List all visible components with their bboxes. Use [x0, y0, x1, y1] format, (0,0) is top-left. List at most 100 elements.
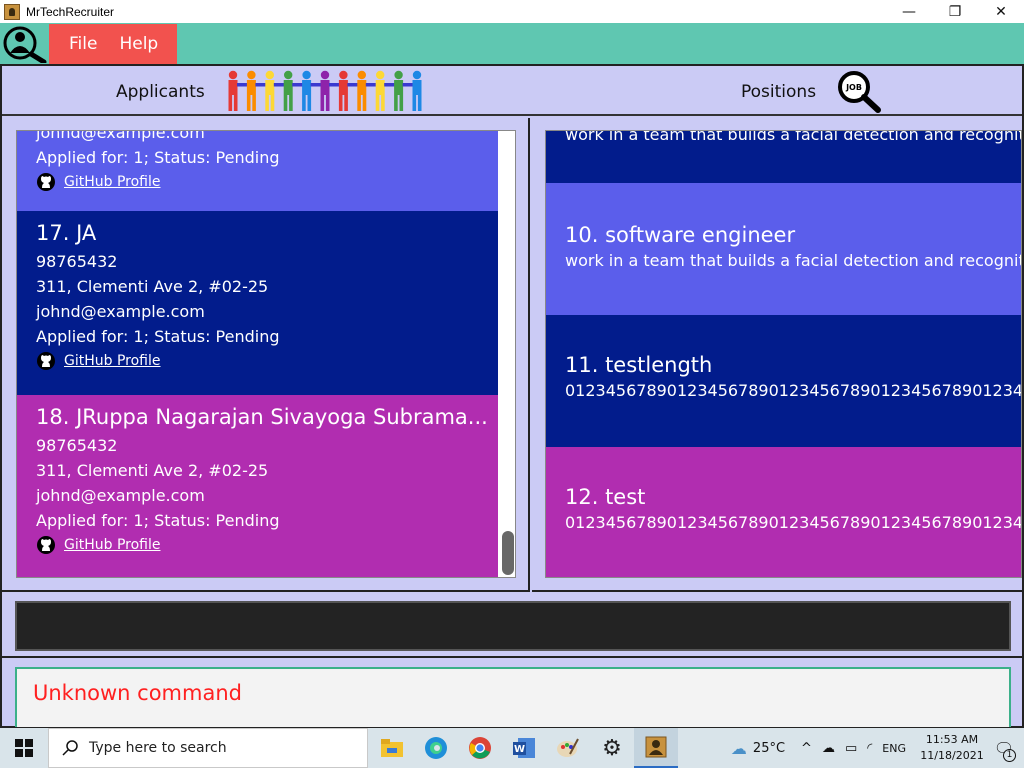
- temperature[interactable]: 25°C: [753, 741, 785, 756]
- result-message: Unknown command: [33, 681, 242, 705]
- applicant-status: Applied for: 1; Status: Pending: [36, 327, 280, 346]
- menu-bar: File Help: [0, 23, 1024, 64]
- applicant-status: Applied for: 1; Status: Pending: [36, 511, 280, 530]
- applicant-phone: 98765432: [36, 252, 118, 271]
- taskbar-search[interactable]: Type here to search: [48, 728, 368, 768]
- position-name: 10. software engineer: [565, 223, 796, 247]
- person-figure: [246, 70, 266, 111]
- windows-logo-icon: [15, 739, 33, 757]
- search-icon: [62, 740, 78, 756]
- github-profile-link[interactable]: GitHub Profile: [64, 537, 161, 553]
- github-profile-link[interactable]: GitHub Profile: [64, 174, 161, 190]
- position-card[interactable]: 10. software engineer work in a team tha…: [546, 183, 1022, 315]
- positions-panel: work in a team that builds a facial dete…: [532, 118, 1022, 592]
- recruiter-logo-icon: [3, 26, 47, 63]
- applicant-address: 311, Clementi Ave 2, #02-25: [36, 277, 269, 296]
- applicant-card[interactable]: 17. JA 98765432 311, Clementi Ave 2, #02…: [17, 211, 498, 395]
- person-figure: [338, 70, 358, 111]
- position-card[interactable]: 11. testlength 0123456789012345678901234…: [546, 315, 1022, 447]
- github-row: GitHub Profile: [36, 351, 498, 371]
- word-icon[interactable]: W: [502, 728, 546, 768]
- person-figure: [265, 70, 285, 111]
- menu-help[interactable]: Help: [119, 34, 158, 54]
- applicant-status: Applied for: 1; Status: Pending: [36, 148, 280, 167]
- mrtechrecruiter-taskbar-icon[interactable]: [634, 728, 678, 768]
- clock[interactable]: 11:53 AM 11/18/2021: [920, 732, 984, 764]
- taskbar: Type here to search W ⚙ ☁ 25°C ^ ☁ ▭ ◜ E…: [0, 728, 1024, 768]
- position-name: 11. testlength: [565, 353, 713, 377]
- maximize-button[interactable]: ❐: [932, 0, 978, 23]
- person-figure: [394, 70, 413, 111]
- paint-icon[interactable]: [546, 728, 590, 768]
- app-icon: [4, 3, 20, 20]
- minimize-button[interactable]: —: [886, 0, 932, 23]
- command-input[interactable]: [15, 601, 1011, 651]
- clock-time: 11:53 AM: [925, 733, 979, 746]
- person-figure: [283, 70, 303, 111]
- people-chain-icon: [228, 70, 422, 111]
- applicant-card[interactable]: 18. JRuppa Nagarajan Sivayoga Subrama...…: [17, 395, 498, 577]
- clock-date: 11/18/2021: [920, 749, 984, 762]
- battery-icon[interactable]: ▭: [845, 741, 857, 756]
- position-description: work in a team that builds a facial dete…: [565, 251, 1022, 270]
- applicant-name: 17. JA: [36, 221, 97, 245]
- language-indicator[interactable]: ENG: [882, 742, 906, 755]
- position-description: 0123456789012345678901234567890123456789…: [565, 381, 1022, 400]
- chrome-browser-icon[interactable]: [458, 728, 502, 768]
- positions-header: Positions: [741, 82, 817, 102]
- edge-browser-icon[interactable]: [414, 728, 458, 768]
- person-figure: [302, 70, 321, 111]
- system-tray: ☁ 25°C ^ ☁ ▭ ◜ ENG 11:53 AM 11/18/2021 🗨…: [731, 728, 1024, 768]
- start-button[interactable]: [0, 728, 48, 768]
- title-bar: MrTechRecruiter — ❐ ✕: [0, 0, 1024, 23]
- scrollbar-thumb[interactable]: [502, 531, 514, 575]
- applicant-email: johnd@example.com: [36, 302, 205, 321]
- github-icon: [37, 536, 55, 554]
- window-controls: — ❐ ✕: [886, 0, 1024, 23]
- job-search-icon: JOB: [838, 71, 881, 113]
- applicant-card[interactable]: johnd@example.com Applied for: 1; Status…: [17, 130, 498, 211]
- applicant-name: 18. JRuppa Nagarajan Sivayoga Subrama...: [36, 405, 488, 429]
- applicant-phone: 98765432: [36, 436, 118, 455]
- applicants-header: Applicants: [116, 82, 205, 102]
- github-row: GitHub Profile: [36, 535, 498, 555]
- person-figure: [357, 70, 377, 111]
- applicant-email: johnd@example.com: [36, 486, 205, 505]
- applicant-address: 311, Clementi Ave 2, #02-25: [36, 461, 269, 480]
- position-name: 12. test: [565, 485, 646, 509]
- close-button[interactable]: ✕: [978, 0, 1024, 23]
- menu-block: File Help: [49, 24, 177, 64]
- search-placeholder: Type here to search: [89, 740, 227, 756]
- wifi-icon[interactable]: ◜: [867, 741, 872, 756]
- github-row: GitHub Profile: [36, 172, 498, 192]
- settings-gear-icon[interactable]: ⚙: [590, 728, 634, 768]
- command-section: [2, 592, 1022, 658]
- applicant-scrollbar[interactable]: [499, 131, 515, 577]
- panel-headers: Applicants Positions JOB: [2, 66, 1022, 116]
- person-figure: [320, 70, 340, 111]
- github-profile-link[interactable]: GitHub Profile: [64, 353, 161, 369]
- notification-badge: 1: [1003, 749, 1016, 762]
- notification-center-icon[interactable]: 🗨 1: [984, 728, 1024, 768]
- result-section: Unknown command: [2, 660, 1022, 728]
- chevron-up-icon[interactable]: ^: [801, 741, 812, 756]
- person-figure: [412, 70, 422, 111]
- github-icon: [37, 173, 55, 191]
- svg-text:W: W: [514, 744, 525, 755]
- file-explorer-icon[interactable]: [370, 728, 414, 768]
- onedrive-cloud-icon[interactable]: ☁: [822, 741, 835, 756]
- applicant-list[interactable]: johnd@example.com Applied for: 1; Status…: [16, 130, 516, 578]
- menu-file[interactable]: File: [69, 34, 97, 54]
- job-icon-text: JOB: [845, 83, 862, 92]
- github-icon: [37, 352, 55, 370]
- position-card[interactable]: 12. test 0123456789012345678901234567890…: [546, 447, 1021, 577]
- position-description: work in a team that builds a facial dete…: [565, 130, 1022, 144]
- position-card[interactable]: work in a team that builds a facial dete…: [546, 130, 1022, 183]
- position-list[interactable]: work in a team that builds a facial dete…: [545, 130, 1022, 578]
- applicant-email: johnd@example.com: [36, 130, 205, 142]
- applicants-panel: johnd@example.com Applied for: 1; Status…: [2, 118, 530, 592]
- result-display: Unknown command: [15, 667, 1011, 727]
- weather-icon[interactable]: ☁: [731, 739, 747, 758]
- person-figure: [228, 70, 248, 111]
- person-figure: [375, 70, 395, 111]
